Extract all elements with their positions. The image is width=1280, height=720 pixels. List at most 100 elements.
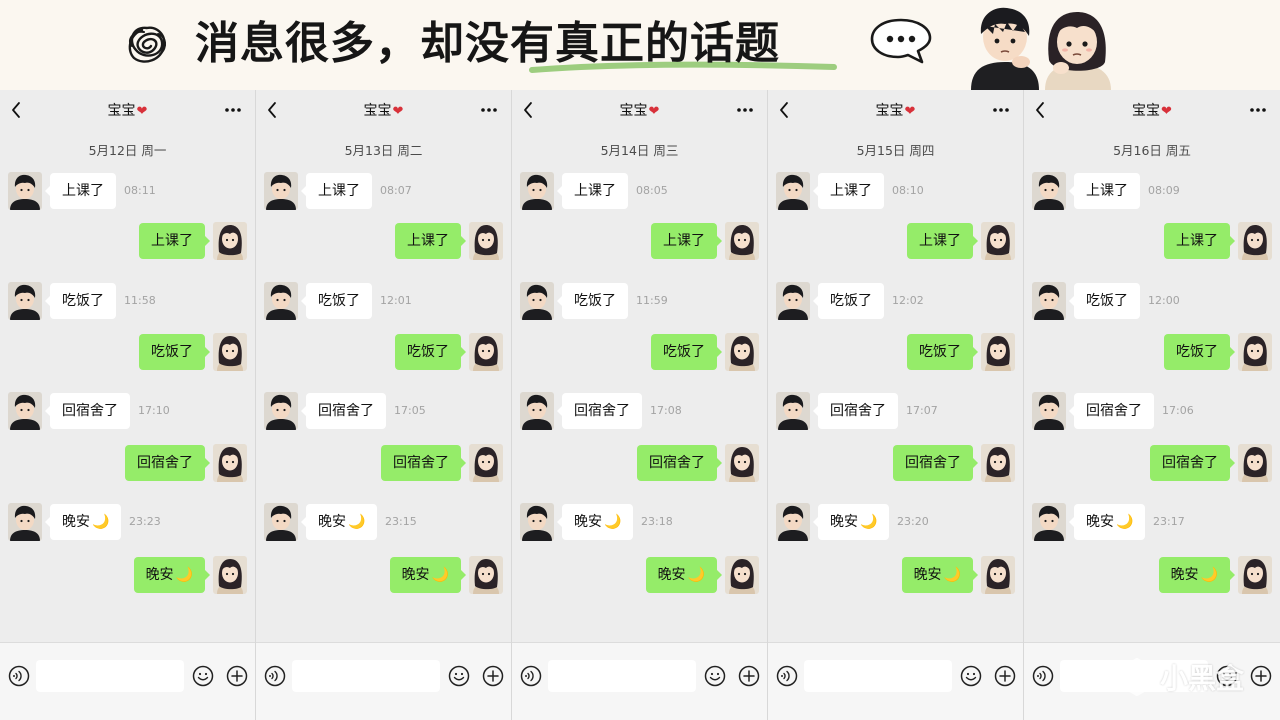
incoming-message[interactable]: 回宿舍了	[301, 393, 386, 429]
avatar-girl[interactable]	[469, 333, 503, 371]
avatar-boy[interactable]	[520, 392, 554, 430]
outgoing-message[interactable]: 回宿舍了	[637, 445, 722, 481]
plus-icon[interactable]	[738, 665, 760, 687]
avatar-girl[interactable]	[981, 444, 1015, 482]
incoming-message[interactable]: 吃饭了	[557, 283, 628, 319]
avatar-boy[interactable]	[8, 392, 42, 430]
plus-icon[interactable]	[482, 665, 504, 687]
message-input[interactable]	[36, 660, 184, 692]
avatar-boy[interactable]	[264, 172, 298, 210]
more-dots-icon[interactable]	[479, 100, 499, 120]
avatar-girl[interactable]	[213, 333, 247, 371]
avatar-girl[interactable]	[213, 222, 247, 260]
avatar-boy[interactable]	[520, 172, 554, 210]
outgoing-message[interactable]: 晚安 🌙	[1158, 557, 1236, 593]
incoming-message[interactable]: 上课了	[557, 173, 628, 209]
outgoing-message[interactable]: 上课了	[1164, 223, 1235, 259]
incoming-message[interactable]: 回宿舍了	[45, 393, 130, 429]
avatar-boy[interactable]	[776, 172, 810, 210]
voice-icon[interactable]	[1032, 665, 1054, 687]
avatar-boy[interactable]	[1032, 392, 1066, 430]
more-dots-icon[interactable]	[735, 100, 755, 120]
avatar-girl[interactable]	[981, 556, 1015, 594]
avatar-girl[interactable]	[469, 222, 503, 260]
emoji-icon[interactable]	[448, 665, 470, 687]
outgoing-message[interactable]: 吃饭了	[395, 334, 466, 370]
more-dots-icon[interactable]	[991, 100, 1011, 120]
avatar-boy[interactable]	[776, 503, 810, 541]
avatar-girl[interactable]	[1238, 444, 1272, 482]
plus-icon[interactable]	[1250, 665, 1272, 687]
outgoing-message[interactable]: 回宿舍了	[893, 445, 978, 481]
avatar-girl[interactable]	[469, 556, 503, 594]
avatar-girl[interactable]	[725, 222, 759, 260]
emoji-icon[interactable]	[960, 665, 982, 687]
incoming-message[interactable]: 上课了	[1069, 173, 1140, 209]
outgoing-message[interactable]: 晚安 🌙	[389, 557, 467, 593]
incoming-message[interactable]: 上课了	[301, 173, 372, 209]
avatar-girl[interactable]	[725, 444, 759, 482]
avatar-girl[interactable]	[1238, 222, 1272, 260]
message-input[interactable]	[804, 660, 952, 692]
outgoing-message[interactable]: 上课了	[139, 223, 210, 259]
outgoing-message[interactable]: 回宿舍了	[125, 445, 210, 481]
avatar-boy[interactable]	[8, 503, 42, 541]
avatar-girl[interactable]	[1238, 333, 1272, 371]
avatar-girl[interactable]	[725, 333, 759, 371]
voice-icon[interactable]	[8, 665, 30, 687]
voice-icon[interactable]	[520, 665, 542, 687]
outgoing-message[interactable]: 回宿舍了	[1150, 445, 1235, 481]
incoming-message[interactable]: 回宿舍了	[813, 393, 898, 429]
incoming-message[interactable]: 吃饭了	[301, 283, 372, 319]
voice-icon[interactable]	[776, 665, 798, 687]
avatar-boy[interactable]	[8, 282, 42, 320]
plus-icon[interactable]	[994, 665, 1016, 687]
more-dots-icon[interactable]	[1248, 100, 1268, 120]
incoming-message[interactable]: 回宿舍了	[557, 393, 642, 429]
incoming-message[interactable]: 吃饭了	[1069, 283, 1140, 319]
avatar-boy[interactable]	[1032, 282, 1066, 320]
avatar-boy[interactable]	[520, 503, 554, 541]
emoji-icon[interactable]	[704, 665, 726, 687]
outgoing-message[interactable]: 晚安 🌙	[133, 557, 211, 593]
outgoing-message[interactable]: 上课了	[907, 223, 978, 259]
outgoing-message[interactable]: 晚安 🌙	[901, 557, 979, 593]
plus-icon[interactable]	[226, 665, 248, 687]
incoming-message[interactable]: 吃饭了	[813, 283, 884, 319]
incoming-message[interactable]: 上课了	[813, 173, 884, 209]
outgoing-message[interactable]: 吃饭了	[139, 334, 210, 370]
avatar-girl[interactable]	[1238, 556, 1272, 594]
incoming-message[interactable]: 晚安 🌙	[556, 504, 634, 540]
incoming-message[interactable]: 晚安 🌙	[44, 504, 122, 540]
avatar-boy[interactable]	[776, 282, 810, 320]
avatar-boy[interactable]	[1032, 503, 1066, 541]
avatar-boy[interactable]	[264, 392, 298, 430]
outgoing-message[interactable]: 吃饭了	[1164, 334, 1235, 370]
avatar-boy[interactable]	[1032, 172, 1066, 210]
incoming-message[interactable]: 上课了	[45, 173, 116, 209]
avatar-girl[interactable]	[213, 556, 247, 594]
avatar-girl[interactable]	[981, 333, 1015, 371]
avatar-boy[interactable]	[520, 282, 554, 320]
message-input[interactable]	[292, 660, 440, 692]
avatar-girl[interactable]	[469, 444, 503, 482]
emoji-icon[interactable]	[192, 665, 214, 687]
incoming-message[interactable]: 晚安 🌙	[1068, 504, 1146, 540]
message-input[interactable]	[548, 660, 696, 692]
avatar-boy[interactable]	[8, 172, 42, 210]
more-dots-icon[interactable]	[223, 100, 243, 120]
avatar-boy[interactable]	[776, 392, 810, 430]
outgoing-message[interactable]: 上课了	[651, 223, 722, 259]
outgoing-message[interactable]: 晚安 🌙	[645, 557, 723, 593]
incoming-message[interactable]: 回宿舍了	[1069, 393, 1154, 429]
avatar-girl[interactable]	[981, 222, 1015, 260]
avatar-girl[interactable]	[213, 444, 247, 482]
avatar-boy[interactable]	[264, 503, 298, 541]
incoming-message[interactable]: 晚安 🌙	[812, 504, 890, 540]
avatar-girl[interactable]	[725, 556, 759, 594]
outgoing-message[interactable]: 上课了	[395, 223, 466, 259]
outgoing-message[interactable]: 吃饭了	[651, 334, 722, 370]
outgoing-message[interactable]: 吃饭了	[907, 334, 978, 370]
outgoing-message[interactable]: 回宿舍了	[381, 445, 466, 481]
incoming-message[interactable]: 吃饭了	[45, 283, 116, 319]
